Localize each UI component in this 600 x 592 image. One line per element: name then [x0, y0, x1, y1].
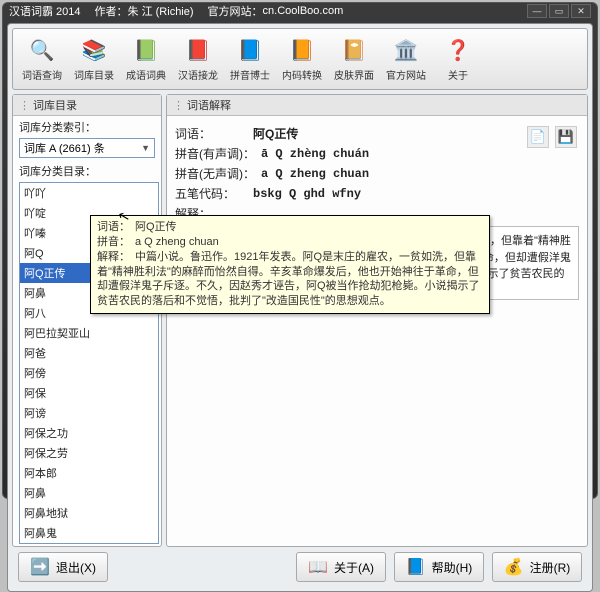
index-combo-value: 词库 A (2661) 条 — [24, 140, 105, 156]
about-button[interactable]: 📖关于(A) — [296, 552, 386, 582]
toolbar-0[interactable]: 🔍 词语查询 — [17, 35, 67, 84]
word-label: 词语： — [175, 125, 247, 142]
titlebar: 汉语词霸 2014 作者： 朱 江 (Richie) 官方网站： cn.Cool… — [3, 3, 597, 19]
list-item[interactable]: 阿保之功 — [20, 423, 158, 443]
left-panel: 词库目录 词库分类索引： 词库 A (2661) 条 ▼ 词库分类目录： 吖吖吖… — [12, 94, 162, 547]
toolbar-label: 词语查询 — [22, 67, 62, 82]
word-value: 阿Q正传 — [253, 125, 298, 142]
toolbar-icon: 📙 — [288, 37, 316, 65]
left-panel-header: 词库目录 — [13, 95, 161, 116]
right-panel: 词语解释 📄 💾 词语： 阿Q正传 拼音(有声调)： ā Q zhèng chuán… — [166, 94, 588, 547]
list-label: 词库分类目录： — [13, 160, 161, 180]
toolbar-label: 内码转换 — [282, 67, 322, 82]
list-item[interactable]: 阿鼻地狱 — [20, 503, 158, 523]
py1-label: 拼音(有声调)： — [175, 145, 255, 162]
list-item[interactable]: 阿保之劳 — [20, 443, 158, 463]
exit-button[interactable]: ➡️退出(X) — [18, 552, 108, 582]
help-icon: 📘 — [406, 557, 426, 577]
toolbar-icon: 🔍 — [28, 37, 56, 65]
site: cn.CoolBoo.com — [263, 5, 344, 17]
author-label: 作者： — [95, 3, 128, 19]
toolbar-label: 成语词典 — [126, 67, 166, 82]
toolbar-6[interactable]: 📔 皮肤界面 — [329, 35, 379, 84]
toolbar-4[interactable]: 📘 拼音博士 — [225, 35, 275, 84]
exit-icon: ➡️ — [30, 557, 50, 577]
index-combo[interactable]: 词库 A (2661) 条 ▼ — [19, 138, 155, 158]
toolbar-label: 关于 — [448, 67, 468, 82]
toolbar-label: 拼音博士 — [230, 67, 270, 82]
footer: ➡️退出(X) 📖关于(A) 📘帮助(H) 💰注册(R) — [12, 547, 588, 587]
toolbar-2[interactable]: 📗 成语词典 — [121, 35, 171, 84]
toolbar-icon: 🏛️ — [392, 37, 420, 65]
py2-value: a Q zheng chuan — [261, 167, 369, 181]
toolbar-label: 官方网站 — [386, 67, 426, 82]
toolbar-icon: ❓ — [444, 37, 472, 65]
list-item[interactable]: 阿巴拉契亚山 — [20, 323, 158, 343]
register-button[interactable]: 💰注册(R) — [492, 552, 582, 582]
site-label: 官方网站： — [208, 3, 263, 19]
save-button[interactable]: 💾 — [555, 126, 577, 148]
copy-button[interactable]: 📄 — [527, 126, 549, 148]
toolbar: 🔍 词语查询 📚 词库目录 📗 成语词典 📕 汉语接龙 📘 拼音博士 📙 内码转换 📔 皮肤界面 🏛️ 官方网… — [12, 28, 588, 90]
toolbar-8[interactable]: ❓ 关于 — [433, 35, 483, 84]
list-item[interactable]: 阿谤 — [20, 403, 158, 423]
index-label: 词库分类索引： — [13, 116, 161, 136]
app-title: 汉语词霸 2014 — [9, 3, 81, 19]
author: 朱 江 (Richie) — [128, 3, 194, 19]
list-item[interactable]: 吖吖 — [20, 183, 158, 203]
list-item[interactable]: 阿鼻 — [20, 483, 158, 503]
list-item[interactable]: 阿傍 — [20, 363, 158, 383]
toolbar-label: 词库目录 — [74, 67, 114, 82]
toolbar-1[interactable]: 📚 词库目录 — [69, 35, 119, 84]
minimize-button[interactable]: — — [527, 4, 547, 18]
toolbar-7[interactable]: 🏛️ 官方网站 — [381, 35, 431, 84]
list-item[interactable]: 阿本郎 — [20, 463, 158, 483]
maximize-button[interactable]: ▭ — [549, 4, 569, 18]
toolbar-icon: 📗 — [132, 37, 160, 65]
toolbar-5[interactable]: 📙 内码转换 — [277, 35, 327, 84]
app-window: 汉语词霸 2014 作者： 朱 江 (Richie) 官方网站： cn.Cool… — [2, 2, 598, 499]
wubi-value: bskg Q ghd wfny — [253, 187, 361, 201]
toolbar-3[interactable]: 📕 汉语接龙 — [173, 35, 223, 84]
toolbar-icon: 📚 — [80, 37, 108, 65]
py2-label: 拼音(无声调)： — [175, 165, 255, 182]
toolbar-label: 汉语接龙 — [178, 67, 218, 82]
right-panel-header: 词语解释 — [167, 95, 587, 116]
about-icon: 📖 — [308, 557, 328, 577]
list-item[interactable]: 阿鼻鬼 — [20, 523, 158, 543]
toolbar-label: 皮肤界面 — [334, 67, 374, 82]
help-button[interactable]: 📘帮助(H) — [394, 552, 484, 582]
list-item[interactable]: 阿保 — [20, 383, 158, 403]
register-icon: 💰 — [504, 557, 524, 577]
tooltip: 词语：阿Q正传 拼音：a Q zheng chuan 解释：中篇小说。鲁迅作。1… — [90, 215, 490, 314]
py1-value: ā Q zhèng chuán — [261, 147, 369, 161]
toolbar-icon: 📔 — [340, 37, 368, 65]
chevron-down-icon: ▼ — [141, 143, 150, 153]
close-button[interactable]: ✕ — [571, 4, 591, 18]
toolbar-icon: 📘 — [236, 37, 264, 65]
list-item[interactable]: 阿爸 — [20, 343, 158, 363]
toolbar-icon: 📕 — [184, 37, 212, 65]
wubi-label: 五笔代码： — [175, 185, 247, 202]
